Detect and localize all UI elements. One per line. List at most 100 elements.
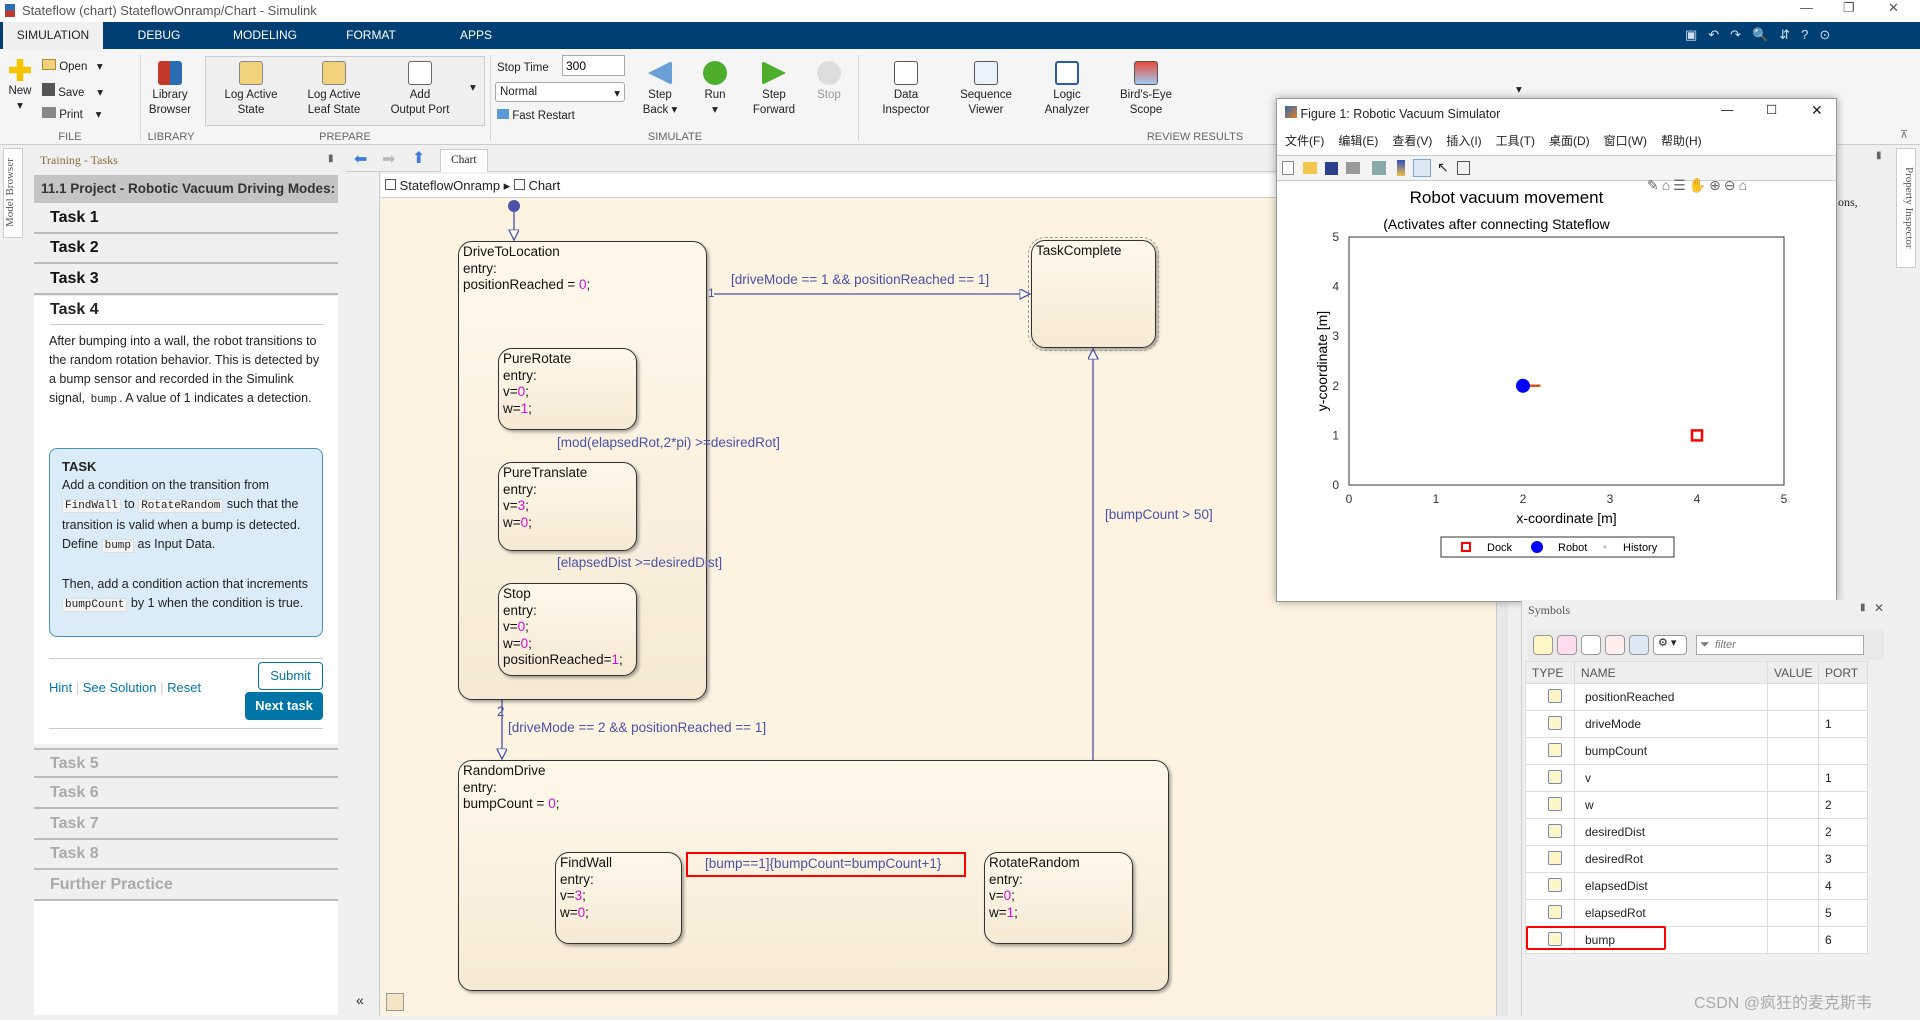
print-figure-icon[interactable] [1346,162,1360,174]
figure-close-button[interactable]: ✕ [1811,102,1823,119]
new-figure-icon[interactable] [1282,161,1294,175]
symbol-port[interactable] [1818,683,1868,711]
menu-tools[interactable]: 工具(T) [1496,134,1535,148]
state-task-complete[interactable]: TaskComplete [1028,237,1159,351]
symbol-value[interactable] [1767,899,1819,927]
symbol-row[interactable]: desiredRot 3 [1525,845,1868,873]
menu-insert[interactable]: 插入(I) [1446,134,1481,148]
collapse-up-icon[interactable]: ⊼ [1900,128,1908,141]
symbol-row[interactable]: elapsedRot 5 [1525,899,1868,927]
symbol-name[interactable]: positionReached [1574,683,1768,711]
data-type-icon [1548,742,1562,757]
symbol-name[interactable]: desiredRot [1574,845,1768,873]
symbol-port[interactable]: 5 [1818,899,1868,927]
add-data-icon[interactable] [1533,635,1553,655]
symbol-name[interactable]: desiredDist [1574,818,1768,846]
hierarchy-icon[interactable] [1629,635,1649,655]
state-rotate-random[interactable]: RotateRandom entry: v=0; w=1; [984,852,1133,944]
colorbar-icon[interactable] [1397,160,1405,176]
symbol-name[interactable]: elapsedDist [1574,872,1768,900]
symbol-port[interactable]: 2 [1818,791,1868,819]
symbol-name[interactable]: w [1574,791,1768,819]
y-tick-label: 3 [1332,329,1339,343]
menu-edit[interactable]: 编辑(E) [1338,134,1378,148]
open-file-icon[interactable] [1303,162,1317,174]
symbol-port[interactable]: 3 [1818,845,1868,873]
save-figure-icon[interactable] [1325,162,1338,175]
symbol-name[interactable]: bumpCount [1574,737,1768,765]
panel-pin-icon[interactable]: ▮ [1876,150,1882,161]
state-pure-translate[interactable]: PureTranslate entry: v=3; w=0; [498,462,637,551]
pointer-icon[interactable]: ↖ [1437,159,1449,176]
state-pure-rotate[interactable]: PureRotate entry: v=0; w=1; [498,348,637,430]
add-event-icon[interactable] [1557,635,1577,655]
transition-label-to-complete[interactable]: [driveMode == 1 && positionReached == 1] [731,272,989,287]
transition-order-2: 2 [497,704,505,719]
transition-label-find-rotate[interactable]: [bump==1]{bumpCount=bumpCount+1} [686,852,966,877]
x-tick-label: 2 [1520,492,1527,506]
transition-label-translate-stop[interactable]: [elapsedDist >=desiredDist] [557,555,722,570]
property-inspector-tab[interactable]: Property Inspector [1896,148,1916,268]
symbol-value[interactable] [1767,845,1819,873]
plot-title: Robot vacuum movement [1410,188,1604,207]
symbols-pin-icon[interactable]: ▮ [1860,602,1866,613]
symbol-value[interactable] [1767,683,1819,711]
symbol-value[interactable] [1767,818,1819,846]
symbol-value[interactable] [1767,872,1819,900]
settings-gear-icon[interactable]: ⚙ ▾ [1653,635,1687,655]
property-editor-icon[interactable] [1457,161,1470,175]
column-value[interactable]: VALUE [1767,661,1819,684]
x-tick-label: 5 [1781,492,1788,506]
symbol-port[interactable]: 4 [1818,872,1868,900]
symbol-port[interactable] [1818,737,1868,765]
add-message-icon[interactable] [1581,635,1601,655]
symbol-row[interactable]: positionReached [1525,683,1868,711]
symbol-type [1525,899,1575,927]
menu-view[interactable]: 查看(V) [1392,134,1432,148]
symbol-name[interactable]: driveMode [1574,710,1768,738]
axes-box[interactable] [1348,236,1785,486]
legend-robot-label: Robot [1558,542,1587,554]
symbol-port[interactable]: 2 [1818,818,1868,846]
legend-icon[interactable] [1413,159,1431,177]
menu-window[interactable]: 窗口(W) [1604,134,1647,148]
transition-label-to-random[interactable]: [driveMode == 2 && positionReached == 1] [508,720,766,735]
resolve-icon[interactable] [1605,635,1625,655]
symbol-port[interactable]: 1 [1818,710,1868,738]
menu-file[interactable]: 文件(F) [1285,134,1324,148]
symbol-row[interactable]: elapsedDist 4 [1525,872,1868,900]
symbol-value[interactable] [1767,764,1819,792]
symbols-panel: Symbols ▮ ✕ ⚙ ▾ ⏷ TYPE NAME VALUE PORT p… [1521,600,1887,1016]
symbol-port[interactable]: 1 [1818,764,1868,792]
symbol-value[interactable] [1767,710,1819,738]
menu-desktop[interactable]: 桌面(D) [1549,134,1590,148]
column-name[interactable]: NAME [1574,661,1768,684]
symbol-row[interactable]: desiredDist 2 [1525,818,1868,846]
menu-help[interactable]: 帮助(H) [1661,134,1702,148]
symbol-row[interactable]: v1 [1525,764,1868,792]
link-plot-icon[interactable] [1372,161,1386,175]
symbol-row[interactable]: driveMode 1 [1525,710,1868,738]
column-port[interactable]: PORT [1818,661,1868,684]
state-find-wall[interactable]: FindWall entry: v=3; w=0; [555,852,682,944]
transition-label-rotate-translate[interactable]: [mod(elapsedRot,2*pi) >=desiredRot] [557,435,780,450]
symbol-port[interactable]: 6 [1818,926,1868,954]
symbols-filter-input[interactable] [1696,635,1864,655]
symbols-close-icon[interactable]: ✕ [1874,601,1884,615]
symbol-name[interactable]: v [1574,764,1768,792]
state-stop[interactable]: Stop entry: v=0; w=0; positionReached=1; [498,583,637,676]
figure-maximize-button[interactable]: ☐ [1766,102,1777,117]
symbol-row[interactable]: bumpCount [1525,737,1868,765]
symbol-type [1525,791,1575,819]
canvas-bottom-icon[interactable] [386,993,404,1011]
figure-minimize-button[interactable]: — [1721,103,1734,117]
symbol-value[interactable] [1767,926,1819,954]
symbol-type [1525,872,1575,900]
symbol-type [1525,818,1575,846]
symbol-value[interactable] [1767,737,1819,765]
transition-label-random-complete[interactable]: [bumpCount > 50] [1105,507,1213,522]
symbol-name[interactable]: elapsedRot [1574,899,1768,927]
symbol-value[interactable] [1767,791,1819,819]
column-type[interactable]: TYPE [1525,661,1575,684]
symbol-row[interactable]: w2 [1525,791,1868,819]
